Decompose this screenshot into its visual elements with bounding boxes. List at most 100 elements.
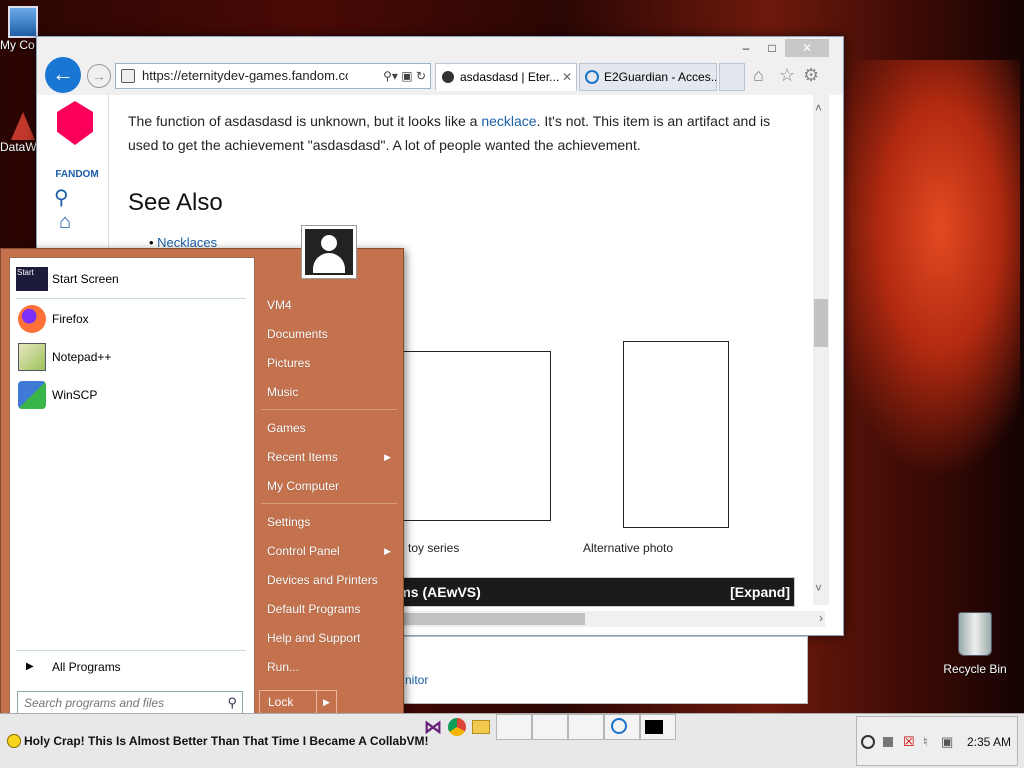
notepadpp-item[interactable]: Notepad++: [16, 340, 248, 374]
search-icon[interactable]: ⚲: [54, 185, 69, 210]
desktop-icon-recycle-bin[interactable]: Recycle Bin: [940, 612, 1010, 676]
monitor-link[interactable]: nitor: [405, 673, 428, 687]
datawriter-icon: [11, 112, 35, 140]
taskbar-button-cmd[interactable]: [640, 714, 676, 740]
arrow-left-icon: ←: [52, 61, 74, 86]
start-screen-label: Start Screen: [52, 272, 119, 286]
user-picture[interactable]: [301, 225, 357, 279]
start-default-programs[interactable]: Default Programs: [261, 596, 397, 622]
tray-extra-icon[interactable]: ▣: [941, 734, 953, 750]
close-button[interactable]: ✕: [785, 39, 829, 57]
firefox-item[interactable]: Firefox: [16, 302, 248, 336]
search-icon[interactable]: ⚲: [227, 695, 237, 711]
taskbar-button-1[interactable]: [496, 714, 532, 740]
tab-label: E2Guardian - Acces...: [604, 70, 717, 84]
system-tray: ☒ ♮ ▣ 2:35 AM: [856, 716, 1018, 766]
start-my-computer[interactable]: My Computer: [261, 473, 397, 499]
start-control-panel[interactable]: Control Panel ▶: [261, 538, 397, 564]
start-screen-item[interactable]: Start Start Screen: [16, 262, 248, 296]
vertical-scrollbar[interactable]: ˄ ˅: [813, 95, 829, 605]
tab-e2guardian[interactable]: E2Guardian - Acces...: [579, 63, 717, 91]
address-bar[interactable]: https://eternitydev-games.fandom.com/\ ⚲…: [115, 63, 431, 89]
start-help-support[interactable]: Help and Support: [261, 625, 397, 651]
see-also-heading: See Also: [128, 189, 223, 216]
recycle-bin-icon: [958, 612, 992, 656]
ie-favicon-icon: [585, 70, 599, 84]
scroll-right-icon[interactable]: ›: [819, 611, 823, 625]
folder-icon[interactable]: [472, 720, 490, 734]
start-games[interactable]: Games: [261, 415, 397, 441]
wallpaper-glow: [820, 60, 1020, 480]
search-icon[interactable]: ⚲▾: [383, 69, 398, 83]
taskbar-button-3[interactable]: [568, 714, 604, 740]
chevron-right-icon: ▶: [384, 452, 391, 462]
start-settings[interactable]: Settings: [261, 509, 397, 535]
taskbar: Holy Crap! This Is Almost Better Than Th…: [0, 713, 1024, 768]
scroll-up-icon[interactable]: ˄: [815, 101, 822, 115]
taskbar-button-2[interactable]: [532, 714, 568, 740]
winscp-item[interactable]: WinSCP: [16, 378, 248, 412]
maximize-button[interactable]: □: [757, 39, 787, 57]
home-icon[interactable]: ⌂: [753, 65, 764, 86]
start-pictures[interactable]: Pictures: [261, 350, 397, 376]
chevron-right-icon: ▶: [384, 546, 391, 556]
scroll-down-icon[interactable]: ˅: [815, 581, 822, 595]
site-favicon-icon: [121, 69, 135, 83]
clock[interactable]: 2:35 AM: [967, 735, 1011, 749]
new-tab-button[interactable]: [719, 63, 745, 91]
firefox-icon: [18, 305, 46, 333]
network-error-icon[interactable]: ☒: [903, 734, 915, 750]
start-vm4[interactable]: VM4: [261, 292, 397, 318]
settings-gear-icon[interactable]: ⚙: [803, 65, 819, 86]
gallery-caption: toy series: [408, 541, 460, 555]
forward-button[interactable]: →: [87, 64, 111, 88]
refresh-icon[interactable]: ↻: [416, 69, 426, 83]
arrow-right-icon: →: [92, 68, 106, 84]
browser-toolbar: – □ ✕ ← → https://eternitydev-games.fand…: [37, 37, 843, 95]
tab-favicon-icon: [442, 71, 454, 83]
necklace-link[interactable]: necklace: [481, 113, 536, 129]
volume-icon[interactable]: ♮: [923, 734, 928, 750]
start-run[interactable]: Run...: [261, 654, 397, 680]
computer-icon: [8, 6, 38, 38]
chrome-icon[interactable]: [448, 718, 466, 736]
user-avatar-icon: [305, 229, 353, 275]
all-programs-separator: [16, 650, 246, 651]
lock-icon: ▣: [401, 69, 413, 83]
back-button[interactable]: ←: [45, 57, 81, 93]
gallery-image[interactable]: [623, 341, 729, 528]
lock-label: Lock: [268, 695, 294, 709]
lock-options-arrow[interactable]: ▶: [316, 691, 336, 713]
visual-studio-icon[interactable]: ⋈: [424, 718, 442, 736]
cmd-icon: [645, 720, 663, 734]
status-message: Holy Crap! This Is Almost Better Than Th…: [24, 734, 429, 748]
article-paragraph: The function of asdasdasd is unknown, bu…: [128, 109, 788, 157]
favorites-star-icon[interactable]: ☆: [779, 65, 795, 86]
start-music[interactable]: Music: [261, 379, 397, 405]
triangle-right-icon: ▶: [26, 661, 34, 672]
navbox-expand-toggle[interactable]: [Expand]: [730, 578, 790, 606]
tab-asdasdasd[interactable]: asdasdasd | Eter... ✕: [435, 63, 577, 91]
start-documents[interactable]: Documents: [261, 321, 397, 347]
taskbar-button-ie[interactable]: [604, 714, 640, 740]
tray-stop-icon[interactable]: [883, 737, 893, 747]
start-menu: Start Start Screen Firefox Notepad++ Win…: [0, 225, 404, 726]
tab-close-icon[interactable]: ✕: [562, 64, 572, 90]
pinned-separator: [16, 298, 246, 299]
article-text: The function of asdasdasd is unknown, bu…: [128, 113, 482, 129]
start-devices-printers[interactable]: Devices and Printers: [261, 567, 397, 593]
scrollbar-thumb[interactable]: [814, 299, 828, 347]
search-box[interactable]: ⚲: [17, 691, 243, 715]
start-recent-items[interactable]: Recent Items ▶: [261, 444, 397, 470]
start-menu-programs: Start Start Screen Firefox Notepad++ Win…: [9, 257, 255, 719]
fandom-brand: FANDOM: [55, 169, 99, 180]
desktop-icon-label: Recycle Bin: [943, 662, 1007, 676]
tray-status-icon[interactable]: [861, 735, 875, 749]
winscp-label: WinSCP: [52, 388, 98, 402]
search-programs-input[interactable]: [18, 692, 218, 714]
lock-button[interactable]: Lock ▶: [259, 690, 337, 714]
fandom-logo-icon[interactable]: [57, 101, 93, 145]
home-icon[interactable]: ⌂: [59, 211, 71, 234]
all-programs-item[interactable]: ▶ All Programs: [16, 654, 248, 680]
firefox-label: Firefox: [52, 312, 89, 326]
